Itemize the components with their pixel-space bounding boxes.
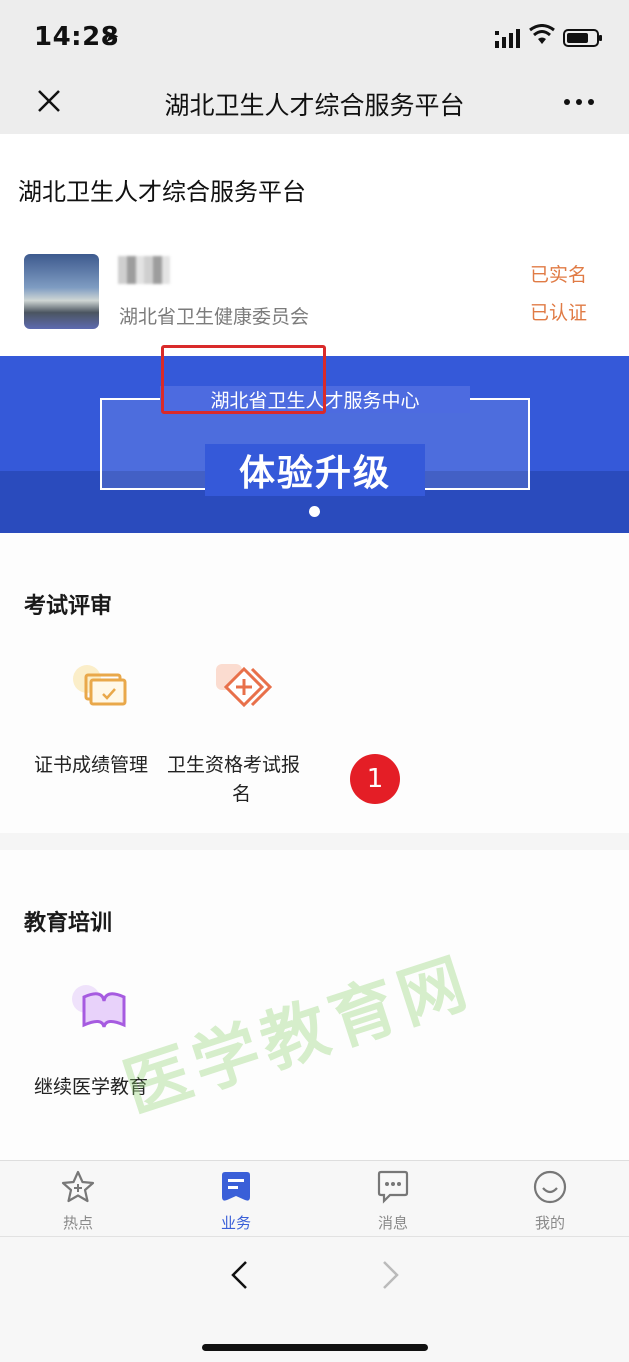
wifi-icon xyxy=(529,24,555,44)
tab-bar: 热点 业务 消息 我的 xyxy=(0,1160,629,1236)
home-indicator xyxy=(202,1344,428,1351)
service-label-exam-line1: 卫生资格考试报 xyxy=(167,754,301,776)
tab-mine[interactable]: 我的 xyxy=(510,1161,590,1237)
service-label-exam-line2: 名 xyxy=(232,783,252,805)
verified-badge: 已认证 xyxy=(530,302,588,324)
exam-registration-service[interactable]: 卫生资格考试报 名 xyxy=(163,661,323,805)
tab-label-business: 业务 xyxy=(220,1214,251,1232)
tab-hot[interactable]: 热点 xyxy=(38,1161,118,1237)
certificate-icon xyxy=(73,665,127,706)
page-title: 湖北卫生人才综合服务平台 xyxy=(18,178,306,206)
header-block: 湖北卫生人才综合服务平台 湖北省卫生健康委员会 已实名 已认证 xyxy=(0,134,629,356)
message-icon xyxy=(377,1170,409,1204)
tab-label-messages: 消息 xyxy=(377,1214,408,1232)
tab-messages[interactable]: 消息 xyxy=(353,1161,433,1237)
location-arrow-icon: ➤ xyxy=(104,26,120,47)
signal-icon xyxy=(495,29,520,48)
certificate-score-service[interactable]: 证书成绩管理 xyxy=(16,661,176,801)
smile-icon xyxy=(533,1170,567,1204)
section-exam: 考试评审 证书成绩管理 卫生资格考试报 名 1 xyxy=(0,345,629,833)
step-badge: 1 xyxy=(350,754,400,804)
chevron-right-icon[interactable] xyxy=(378,1259,404,1291)
avatar[interactable] xyxy=(24,254,99,329)
nav-title: 湖北卫生人才综合服务平台 xyxy=(164,91,465,120)
org-name: 湖北省卫生健康委员会 xyxy=(119,306,310,328)
continuing-education-service[interactable]: 继续医学教育 xyxy=(16,983,176,1123)
carousel-dot[interactable] xyxy=(309,506,320,517)
status-bar: 14:28 ➤ xyxy=(0,0,629,72)
battery-icon xyxy=(563,29,602,47)
blurred-account-name xyxy=(118,256,170,284)
section-education: 教育培训 继续医学教育 xyxy=(0,850,629,1160)
browser-bar xyxy=(0,1236,629,1362)
tab-business[interactable]: 业务 xyxy=(196,1161,276,1237)
banner-title: 体验升级 xyxy=(205,444,425,496)
service-label-certificate: 证书成绩管理 xyxy=(34,754,149,776)
star-icon xyxy=(61,1170,95,1203)
nav-bar: 湖北卫生人才综合服务平台 xyxy=(0,72,629,134)
section-title-education: 教育培训 xyxy=(24,911,113,936)
service-label-education: 继续医学教育 xyxy=(34,1076,149,1098)
realname-badge: 已实名 xyxy=(530,264,588,286)
book-icon xyxy=(72,985,126,1028)
tab-label-hot: 热点 xyxy=(62,1214,93,1232)
tab-label-mine: 我的 xyxy=(534,1214,565,1232)
exam-registration-icon xyxy=(216,664,273,708)
section-title-exam: 考试评审 xyxy=(24,594,113,619)
business-icon xyxy=(222,1172,250,1201)
more-icon[interactable] xyxy=(562,90,596,114)
chevron-left-icon[interactable] xyxy=(226,1259,252,1291)
highlight-box xyxy=(161,345,326,414)
